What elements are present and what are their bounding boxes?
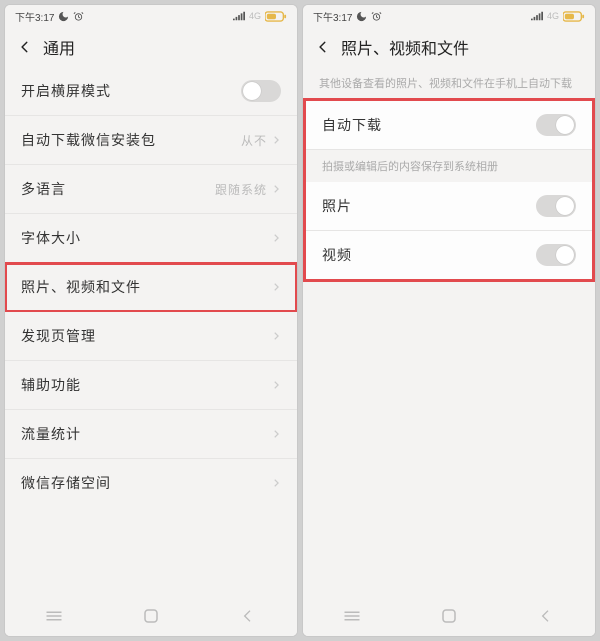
chevron-right-icon	[271, 475, 281, 491]
row-font-size[interactable]: 字体大小	[5, 214, 297, 263]
row-storage[interactable]: 微信存储空间	[5, 459, 297, 507]
alarm-icon	[371, 11, 382, 22]
row-label: 照片	[322, 196, 536, 216]
chevron-right-icon	[271, 279, 281, 295]
row-label: 多语言	[21, 179, 215, 199]
back-icon[interactable]	[311, 35, 335, 59]
nav-recent-icon[interactable]	[339, 603, 365, 629]
row-photos-videos-files[interactable]: 照片、视频和文件	[5, 263, 297, 312]
signal-icon	[531, 11, 543, 21]
page-title: 照片、视频和文件	[341, 35, 469, 59]
status-time: 下午3:17	[313, 9, 352, 24]
row-label: 流量统计	[21, 424, 271, 444]
highlight-group: 自动下载 拍摄或编辑后的内容保存到系统相册 照片 视频	[303, 98, 595, 281]
left-phone: 下午3:17 4G 通用	[4, 4, 298, 637]
battery-icon	[265, 11, 287, 22]
row-auto-download[interactable]: 自动下载	[306, 101, 592, 150]
row-value: 从不	[241, 132, 267, 149]
dnd-icon	[356, 11, 367, 22]
row-videos[interactable]: 视频	[306, 231, 592, 279]
nav-home-icon[interactable]	[436, 603, 462, 629]
status-bar: 下午3:17 4G	[5, 5, 297, 27]
row-landscape-mode[interactable]: 开启横屏模式	[5, 67, 297, 116]
network-label: 4G	[249, 11, 261, 21]
section-note: 拍摄或编辑后的内容保存到系统相册	[306, 150, 592, 181]
row-label: 视频	[322, 245, 536, 265]
dnd-icon	[58, 11, 69, 22]
status-time: 下午3:17	[15, 9, 54, 24]
alarm-icon	[73, 11, 84, 22]
chevron-right-icon	[271, 328, 281, 344]
nav-back-icon[interactable]	[533, 603, 559, 629]
toggle-videos[interactable]	[536, 244, 576, 266]
page-title: 通用	[43, 35, 75, 59]
row-label: 字体大小	[21, 228, 271, 248]
nav-recent-icon[interactable]	[41, 603, 67, 629]
battery-icon	[563, 11, 585, 22]
nav-back-icon[interactable]	[235, 603, 261, 629]
nav-home-icon[interactable]	[138, 603, 164, 629]
chevron-right-icon	[271, 132, 281, 148]
row-label: 自动下载微信安装包	[21, 130, 241, 150]
chevron-right-icon	[271, 426, 281, 442]
network-label: 4G	[547, 11, 559, 21]
page-header: 照片、视频和文件	[303, 27, 595, 67]
row-photos[interactable]: 照片	[306, 182, 592, 231]
chevron-right-icon	[271, 230, 281, 246]
row-auto-download-apk[interactable]: 自动下载微信安装包 从不	[5, 116, 297, 165]
chevron-right-icon	[271, 377, 281, 393]
section-note: 其他设备查看的照片、视频和文件在手机上自动下载	[303, 67, 595, 98]
row-accessibility[interactable]: 辅助功能	[5, 361, 297, 410]
toggle-auto-download[interactable]	[536, 114, 576, 136]
row-label: 自动下载	[322, 115, 536, 135]
settings-list: 开启横屏模式 自动下载微信安装包 从不 多语言 跟随系统 字体大小	[5, 67, 297, 596]
row-label: 微信存储空间	[21, 473, 271, 493]
status-bar: 下午3:17 4G	[303, 5, 595, 27]
row-value: 跟随系统	[215, 181, 267, 198]
row-label: 开启横屏模式	[21, 81, 241, 101]
right-phone: 下午3:17 4G 照片、视频	[302, 4, 596, 637]
android-navbar	[5, 596, 297, 636]
android-navbar	[303, 596, 595, 636]
chevron-right-icon	[271, 181, 281, 197]
toggle-photos[interactable]	[536, 195, 576, 217]
row-label: 照片、视频和文件	[21, 277, 271, 297]
page-header: 通用	[5, 27, 297, 67]
back-icon[interactable]	[13, 35, 37, 59]
row-label: 发现页管理	[21, 326, 271, 346]
row-data-usage[interactable]: 流量统计	[5, 410, 297, 459]
toggle-landscape[interactable]	[241, 80, 281, 102]
row-language[interactable]: 多语言 跟随系统	[5, 165, 297, 214]
settings-list: 其他设备查看的照片、视频和文件在手机上自动下载 自动下载 拍摄或编辑后的内容保存…	[303, 67, 595, 596]
signal-icon	[233, 11, 245, 21]
row-label: 辅助功能	[21, 375, 271, 395]
row-discover-manage[interactable]: 发现页管理	[5, 312, 297, 361]
